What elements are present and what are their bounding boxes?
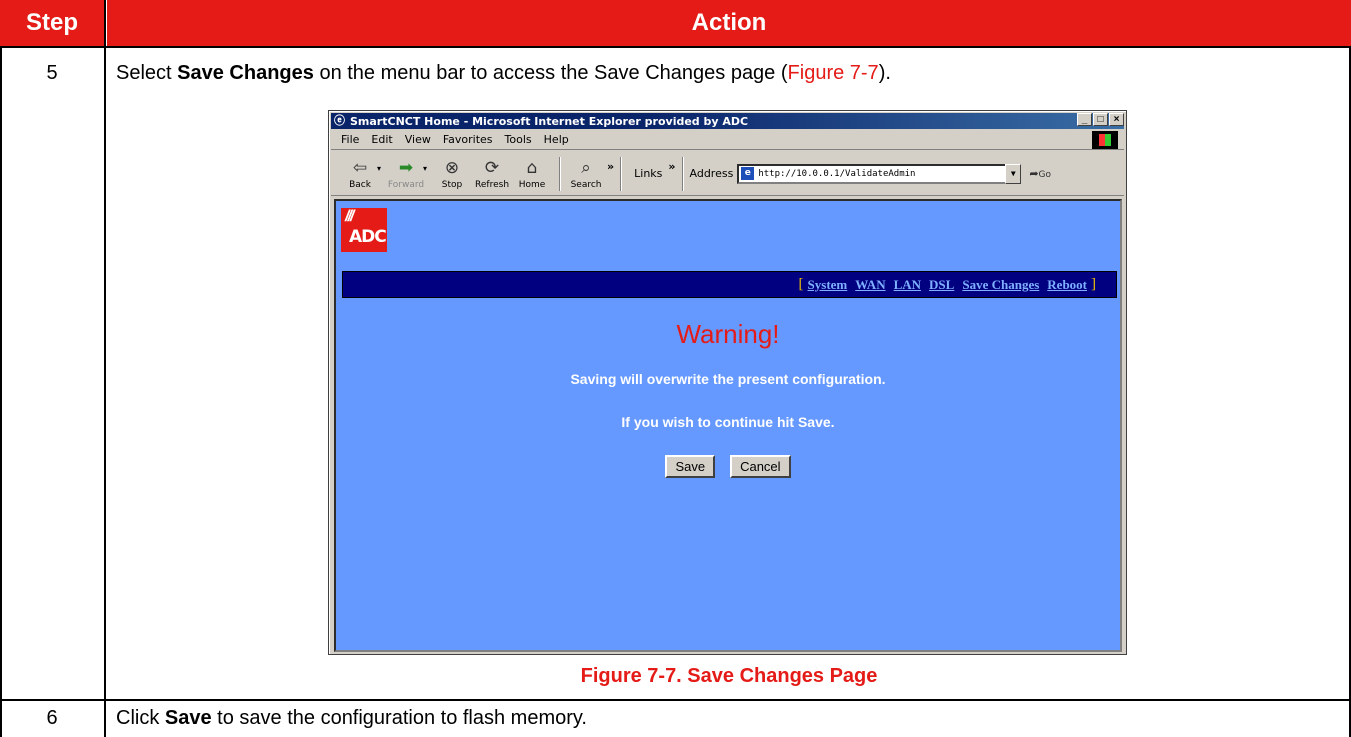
back-dropdown-icon[interactable]: ▾: [377, 164, 381, 173]
home-icon: ⌂: [526, 157, 538, 178]
minimize-button[interactable]: _: [1077, 113, 1092, 126]
forward-button[interactable]: ➡ Forward: [387, 158, 425, 190]
nav-wan[interactable]: WAN: [855, 277, 885, 293]
menu-file[interactable]: File: [341, 133, 359, 146]
header-step: Step: [0, 0, 104, 46]
close-button[interactable]: ×: [1109, 113, 1124, 126]
back-button[interactable]: ⇦ Back: [341, 158, 379, 190]
chevron-icon[interactable]: »: [607, 160, 614, 173]
forward-arrow-icon: ➡: [398, 157, 414, 178]
header-rule: [0, 46, 1351, 48]
toolbar-separator: [620, 156, 623, 191]
maximize-button[interactable]: □: [1093, 113, 1108, 126]
home-button[interactable]: ⌂ Home: [513, 158, 551, 190]
menu-view[interactable]: View: [405, 133, 431, 146]
toolbar-separator: [681, 156, 684, 191]
step-number: 5: [46, 62, 58, 84]
menu-favorites[interactable]: Favorites: [443, 133, 493, 146]
figure-caption: Figure 7-7. Save Changes Page: [580, 665, 878, 687]
nav-bracket-left: [: [798, 276, 804, 292]
logo-text: ADC: [349, 227, 387, 247]
stop-icon: ⊗: [444, 157, 460, 178]
menu-help[interactable]: Help: [544, 133, 569, 146]
browser-window: ⓔ SmartCNCT Home - Microsoft Internet Ex…: [328, 110, 1127, 655]
address-field[interactable]: e http://10.0.0.1/ValidateAdmin ▼: [737, 163, 1022, 184]
step-instruction: Click Save to save the configuration to …: [116, 707, 587, 729]
logo-slashes: ///: [345, 208, 354, 225]
stop-button[interactable]: ⊗ Stop: [433, 158, 471, 190]
search-button[interactable]: ⌕ Search: [567, 158, 605, 190]
go-button[interactable]: ➦Go: [1029, 167, 1051, 180]
links-toolbar[interactable]: Links: [634, 167, 662, 180]
chevron-icon[interactable]: »: [668, 160, 675, 173]
nav-dsl[interactable]: DSL: [929, 277, 954, 293]
address-label: Address: [689, 167, 734, 180]
nav-save-changes[interactable]: Save Changes: [962, 277, 1039, 293]
cancel-button[interactable]: Cancel: [730, 455, 791, 478]
address-dropdown-icon[interactable]: ▼: [1005, 163, 1022, 184]
ie-icon: ⓔ: [334, 114, 345, 127]
left-border: [0, 46, 2, 737]
toolbar: ⇦ Back ▾ ➡ Forward ▾ ⊗ Stop ⟳ Refresh ⌂ Home …: [331, 152, 1124, 196]
refresh-button[interactable]: ⟳ Refresh: [473, 158, 511, 190]
warning-message: Saving will overwrite the present config…: [570, 371, 886, 387]
column-divider: [104, 0, 106, 737]
back-arrow-icon: ⇦: [352, 157, 368, 178]
menu-tools[interactable]: Tools: [505, 133, 532, 146]
menu-edit[interactable]: Edit: [371, 133, 392, 146]
nav-system[interactable]: System: [808, 277, 848, 293]
address-value: http://10.0.0.1/ValidateAdmin: [758, 168, 916, 179]
nav-bracket-right: ]: [1091, 276, 1096, 292]
figure-link[interactable]: Figure 7-7: [788, 62, 879, 84]
toolbar-separator: [559, 156, 562, 191]
page-viewport: /// ADC [ System WAN LAN DSL Save Change…: [334, 199, 1122, 652]
button-group: Save Cancel: [336, 455, 1120, 478]
nav-bar: [ System WAN LAN DSL Save Changes Reboot…: [342, 271, 1117, 298]
windows-logo-icon: [1092, 131, 1118, 149]
continue-message: If you wish to continue hit Save.: [621, 414, 835, 430]
window-controls: _ □ ×: [1077, 113, 1124, 126]
warning-heading: Warning!: [676, 319, 780, 349]
menu-bar: File Edit View Favorites Tools Help: [331, 130, 1124, 150]
adc-logo: /// ADC: [341, 208, 387, 252]
go-arrow-icon: ➦: [1029, 167, 1039, 180]
save-button[interactable]: Save: [665, 455, 716, 478]
window-title: SmartCNCT Home - Microsoft Internet Expl…: [350, 114, 749, 128]
row-rule: [0, 699, 1351, 701]
header-action: Action: [107, 0, 1351, 46]
forward-dropdown-icon[interactable]: ▾: [423, 164, 427, 173]
nav-reboot[interactable]: Reboot: [1047, 277, 1087, 293]
search-icon: ⌕: [581, 157, 591, 178]
step-number: 6: [46, 707, 58, 729]
refresh-icon: ⟳: [484, 157, 500, 178]
nav-lan[interactable]: LAN: [894, 277, 921, 293]
page-icon: e: [741, 167, 755, 180]
step-instruction: Select Save Changes on the menu bar to a…: [116, 62, 891, 84]
title-bar: ⓔ SmartCNCT Home - Microsoft Internet Ex…: [331, 113, 1124, 129]
